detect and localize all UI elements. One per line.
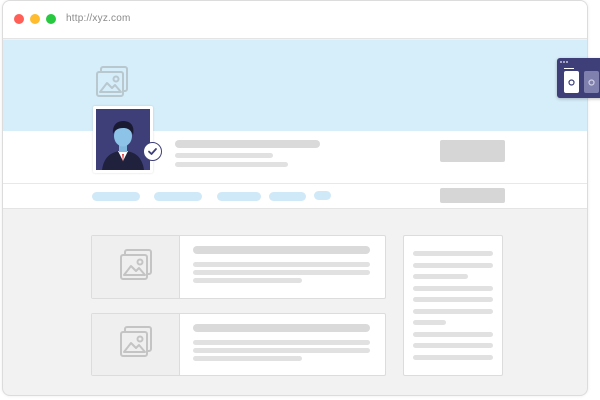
sidebar-line-placeholder (413, 263, 493, 268)
maximize-window-button[interactable] (46, 14, 56, 24)
divider (564, 68, 574, 69)
sidebar-card (403, 235, 503, 376)
sidebar-line-placeholder (413, 343, 493, 348)
post-text-placeholder (193, 340, 370, 345)
sidebar-line-placeholder (413, 297, 493, 302)
sidebar-line-placeholder (413, 251, 493, 256)
nav-tab-placeholder[interactable] (314, 191, 331, 200)
divider (3, 183, 587, 184)
address-bar[interactable]: http://xyz.com (66, 13, 131, 24)
settings-icon[interactable] (584, 71, 599, 93)
post-text-placeholder (193, 270, 370, 275)
follow-button-placeholder[interactable] (440, 140, 505, 162)
post-card[interactable] (91, 235, 386, 299)
nav-tab-placeholder[interactable] (217, 192, 261, 201)
post-card[interactable] (91, 313, 386, 376)
profile-meta-placeholder (175, 162, 288, 167)
close-window-button[interactable] (14, 14, 24, 24)
profile-name-placeholder (175, 140, 320, 148)
post-text-placeholder (193, 356, 302, 361)
profile-subtitle-placeholder (175, 153, 273, 158)
nav-tab-placeholder[interactable] (92, 192, 140, 201)
post-title-placeholder (193, 246, 370, 254)
verified-checkmark-icon (143, 142, 162, 161)
sidebar-line-placeholder (413, 286, 493, 291)
image-placeholder-icon (96, 66, 128, 103)
post-text-placeholder (193, 262, 370, 267)
post-text-placeholder (193, 278, 302, 283)
sidebar-line-placeholder (413, 274, 468, 279)
mini-window-titlebar (560, 61, 568, 63)
image-placeholder-icon (119, 248, 152, 286)
action-button-placeholder[interactable] (440, 188, 505, 203)
post-text-placeholder (193, 348, 370, 353)
nav-tab-placeholder[interactable] (269, 192, 306, 201)
browser-titlebar: http://xyz.com (3, 1, 587, 39)
sidebar-line-placeholder (413, 332, 493, 337)
browser-window: http://xyz.com (2, 0, 588, 396)
settings-icon[interactable] (564, 71, 579, 93)
image-placeholder-icon (119, 326, 152, 363)
sidebar-line-placeholder (413, 355, 493, 360)
minimize-window-button[interactable] (30, 14, 40, 24)
sidebar-line-placeholder (413, 309, 493, 314)
sidebar-line-placeholder (413, 320, 446, 325)
nav-tab-placeholder[interactable] (154, 192, 202, 201)
profile-cover-banner (3, 40, 587, 131)
post-thumbnail (92, 314, 180, 375)
post-thumbnail (92, 236, 180, 298)
floating-mini-window[interactable] (557, 58, 600, 98)
post-title-placeholder (193, 324, 370, 332)
user-avatar-icon (93, 106, 153, 173)
